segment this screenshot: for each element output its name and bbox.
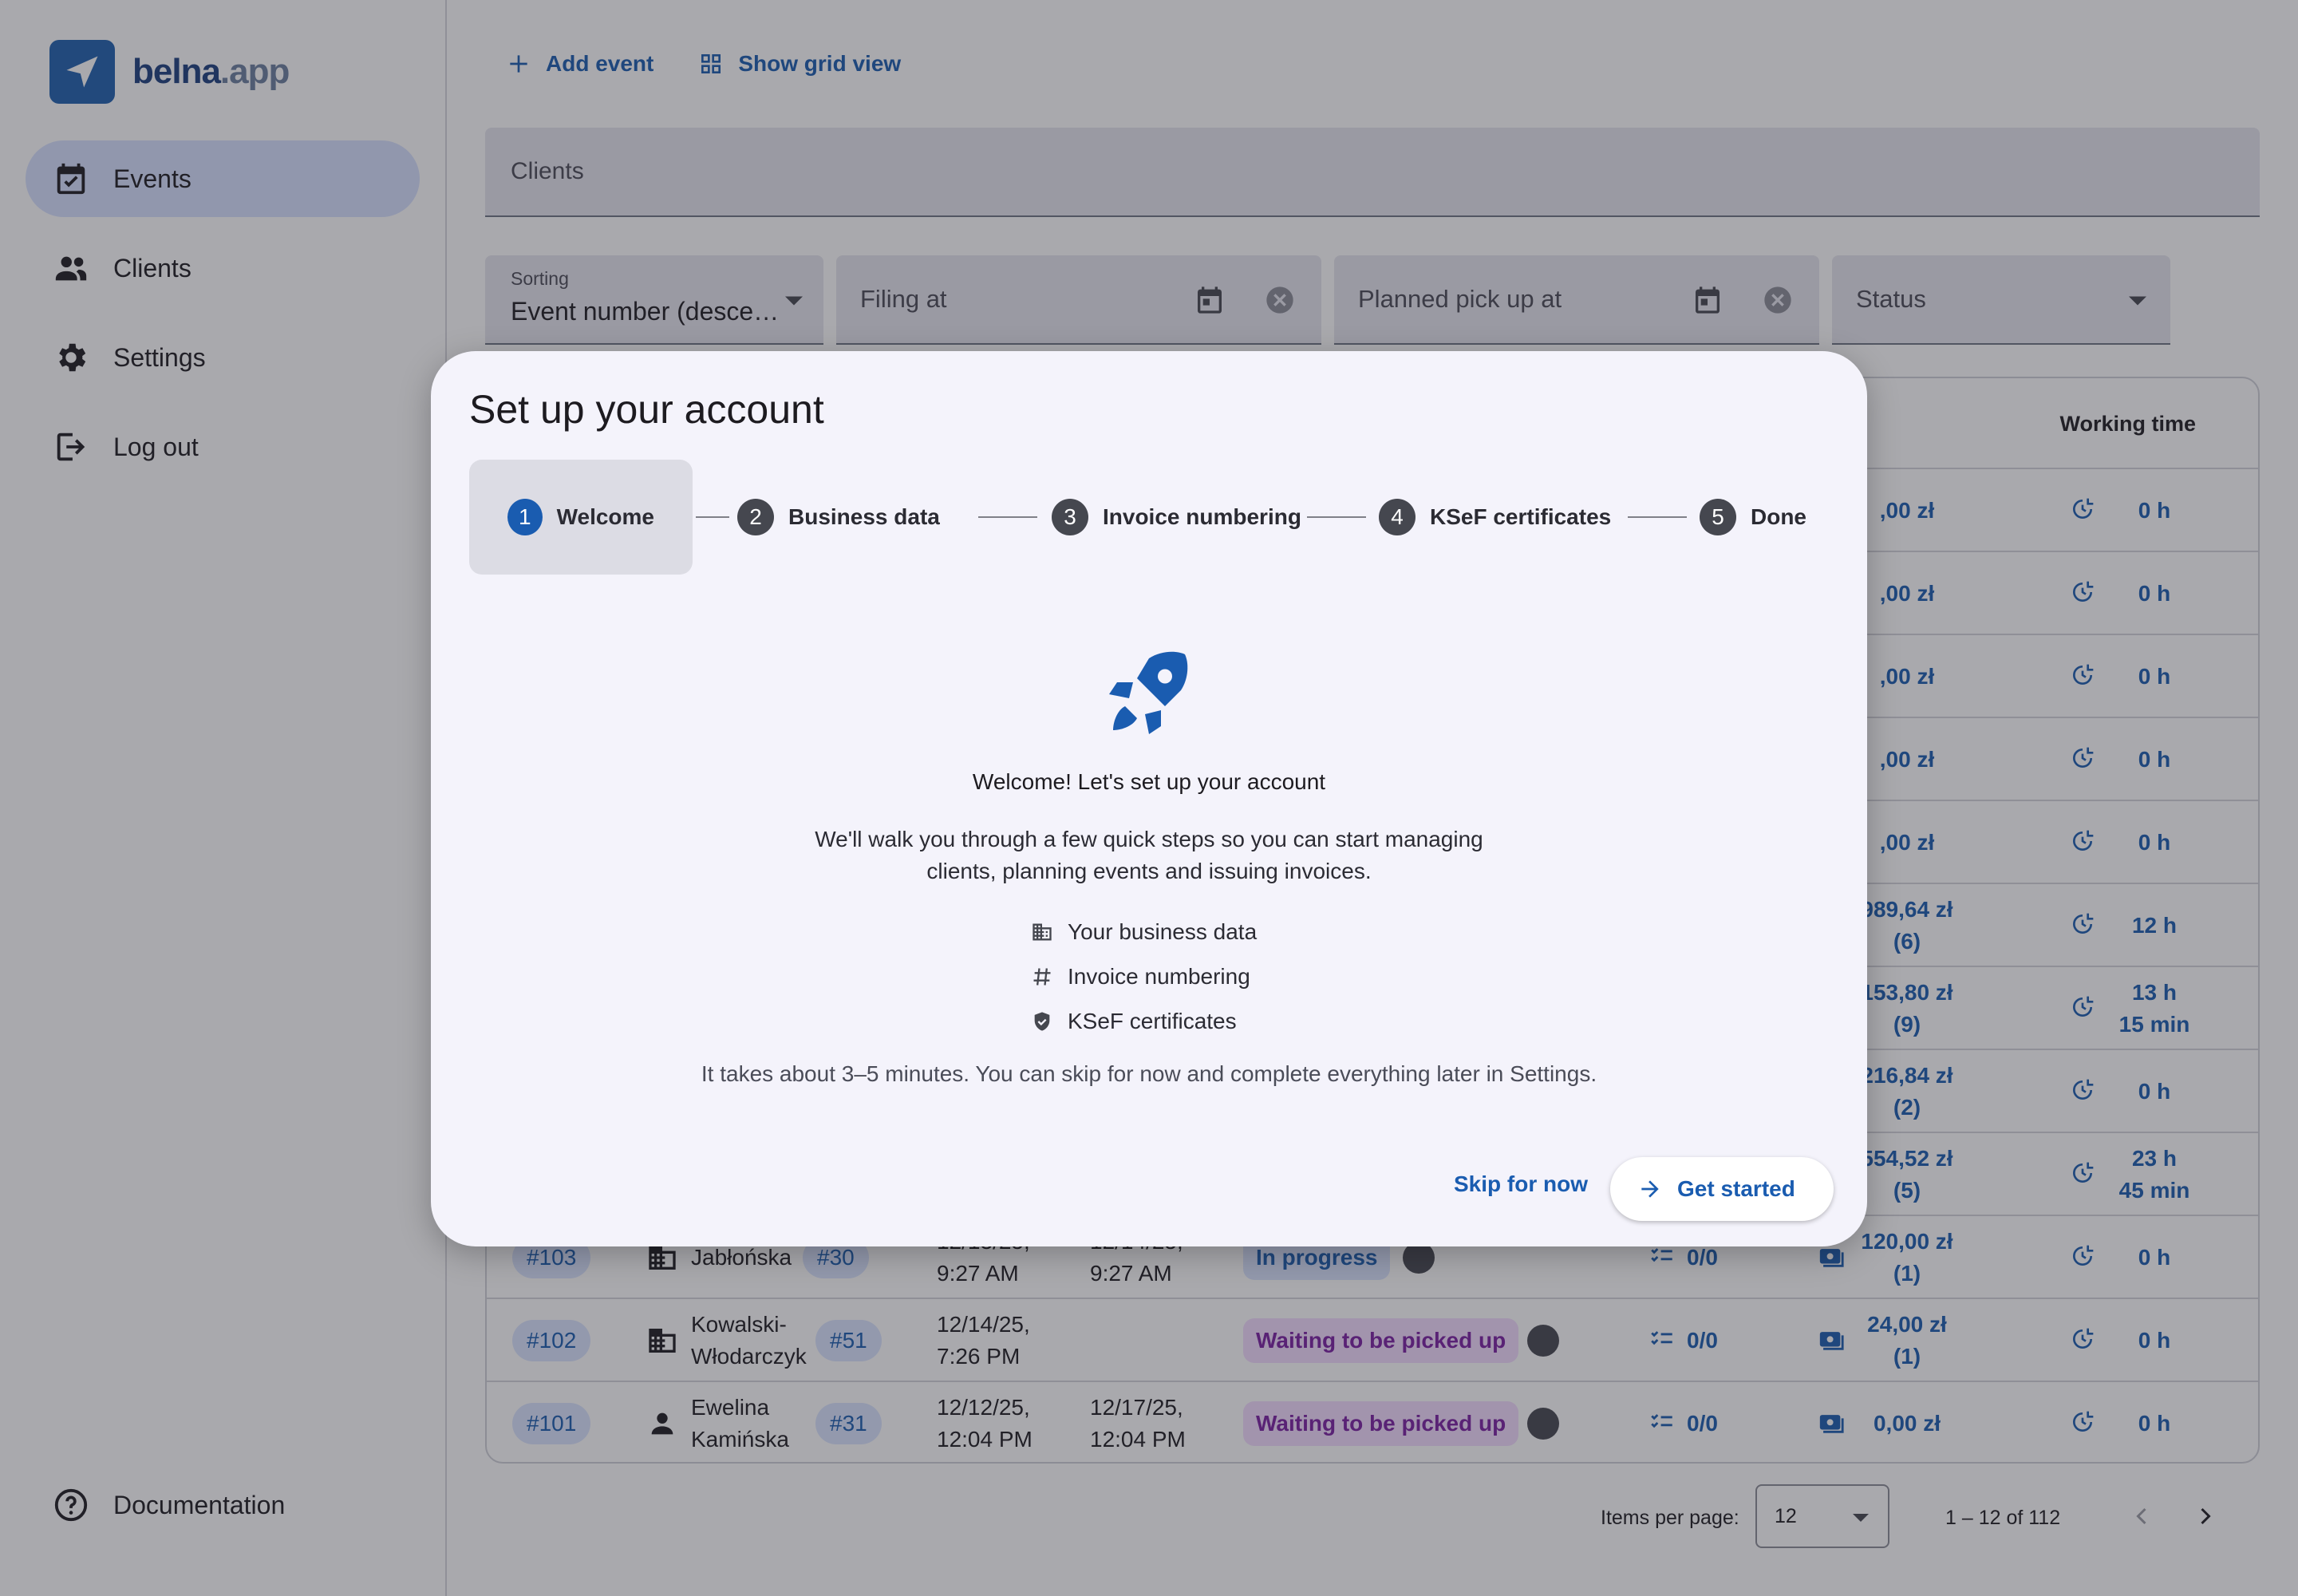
- welcome-heading: Welcome! Let's set up your account: [972, 769, 1326, 794]
- setup-steps-list: Your business data Invoice numbering KSe…: [1031, 910, 1257, 1044]
- step-label: Business data: [788, 504, 940, 529]
- get-started-label: Get started: [1677, 1176, 1795, 1201]
- step-label: Invoice numbering: [1103, 504, 1301, 529]
- arrow-right-icon: [1641, 1180, 1659, 1198]
- hash-icon: [1033, 968, 1051, 986]
- list-item-label: Your business data: [1068, 919, 1258, 944]
- step-connector: [1628, 516, 1687, 518]
- description-line: We'll walk you through a few quick steps…: [815, 827, 1483, 851]
- list-item: KSeF certificates: [1031, 999, 1257, 1044]
- get-started-button[interactable]: Get started: [1610, 1157, 1834, 1221]
- step-number: 1: [507, 499, 543, 535]
- description-line: clients, planning events and issuing inv…: [926, 859, 1372, 883]
- step-label: Done: [1751, 504, 1806, 529]
- list-item: Your business data: [1031, 910, 1257, 954]
- step-connector: [696, 516, 729, 518]
- step-connector: [978, 516, 1037, 518]
- step-number: 3: [1052, 499, 1088, 535]
- step-label: KSeF certificates: [1430, 504, 1612, 529]
- step-welcome[interactable]: 1 Welcome: [469, 460, 693, 575]
- time-note: It takes about 3–5 minutes. You can skip…: [701, 1061, 1597, 1086]
- building-icon: [1033, 923, 1052, 941]
- step-number: 2: [737, 499, 774, 535]
- step-business-data[interactable]: 2 Business data: [737, 460, 940, 575]
- list-item-label: Invoice numbering: [1068, 964, 1250, 989]
- skip-for-now-button[interactable]: Skip for now: [1438, 1160, 1604, 1208]
- step-done[interactable]: 5 Done: [1700, 460, 1806, 575]
- setup-dialog: Set up your account 1 Welcome 2 Business…: [431, 351, 1867, 1246]
- step-connector: [1307, 516, 1366, 518]
- welcome-description: We'll walk you through a few quick steps…: [431, 824, 1867, 887]
- list-item-label: KSeF certificates: [1068, 1009, 1237, 1033]
- stepper: 1 Welcome 2 Business data 3 Invoice numb…: [469, 460, 1829, 575]
- step-number: 4: [1379, 499, 1416, 535]
- step-number: 5: [1700, 499, 1736, 535]
- shield-check-icon: [1034, 1012, 1050, 1031]
- dialog-title: Set up your account: [469, 387, 824, 432]
- list-item: Invoice numbering: [1031, 954, 1257, 999]
- step-label: Welcome: [556, 504, 654, 529]
- step-ksef-certificates[interactable]: 4 KSeF certificates: [1379, 460, 1611, 575]
- step-invoice-numbering[interactable]: 3 Invoice numbering: [1052, 460, 1301, 575]
- rocket-icon: [1109, 651, 1188, 734]
